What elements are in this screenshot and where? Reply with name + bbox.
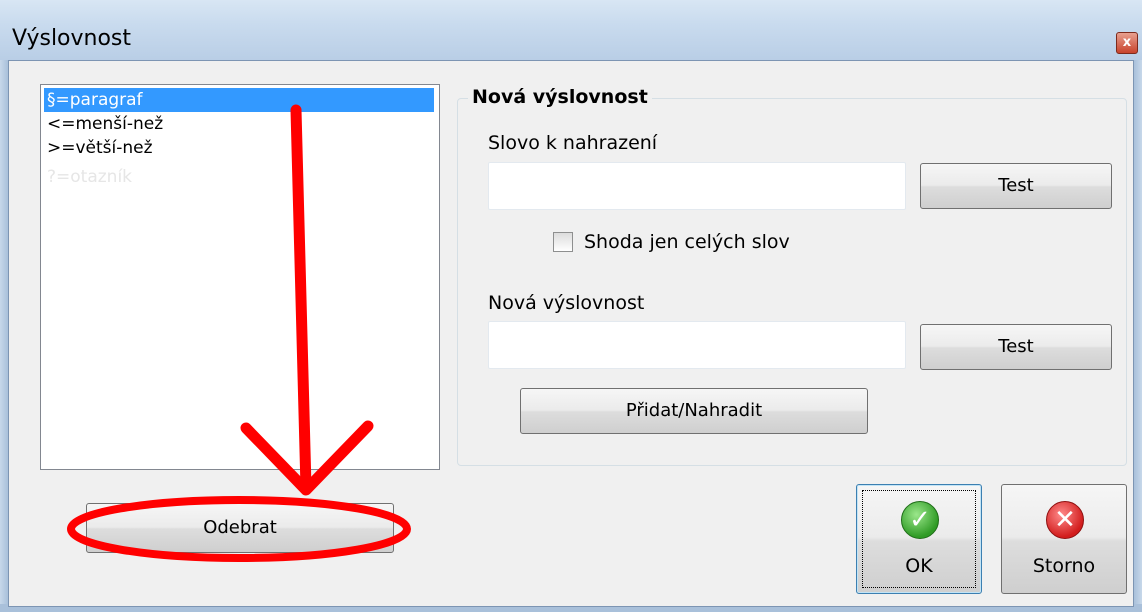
word-to-replace-input[interactable]	[488, 162, 906, 210]
window-title: Výslovnost	[12, 26, 132, 51]
cancel-button-label: Storno	[1032, 555, 1096, 577]
checkmark-circle-icon: ✓	[901, 501, 939, 539]
list-item[interactable]: ?=otazník	[44, 165, 434, 189]
list-item[interactable]: <=menší-než	[44, 112, 434, 136]
x-circle-icon: ✕	[1046, 501, 1084, 539]
list-item[interactable]: >=větší-než	[44, 136, 434, 160]
ok-button[interactable]: ✓ OK	[856, 484, 982, 594]
test-pronunciation-button[interactable]: Test	[920, 324, 1112, 370]
new-pronunciation-label: Nová výslovnost	[488, 292, 645, 314]
ok-button-label: OK	[905, 555, 933, 577]
whole-words-checkbox[interactable]	[553, 232, 573, 252]
list-item[interactable]: §=paragraf	[44, 88, 434, 112]
test-word-button[interactable]: Test	[920, 163, 1112, 209]
pronunciation-list[interactable]: §=paragraf <=menší-než >=větší-než ?=ota…	[40, 84, 440, 470]
title-bar[interactable]: Výslovnost x	[0, 0, 1142, 61]
close-button[interactable]: x	[1116, 32, 1138, 54]
dialog-window: Výslovnost x §=paragraf <=menší-než >=vě…	[0, 0, 1142, 612]
cancel-button[interactable]: ✕ Storno	[1001, 484, 1127, 594]
whole-words-label[interactable]: Shoda jen celých slov	[584, 231, 790, 253]
window-frame-right	[1134, 60, 1142, 612]
window-frame-left	[0, 60, 8, 612]
group-title: Nová výslovnost	[468, 86, 652, 108]
word-to-replace-label: Slovo k nahrazení	[488, 132, 658, 154]
new-pronunciation-input[interactable]	[488, 321, 906, 369]
close-icon: x	[1122, 35, 1132, 50]
add-replace-button[interactable]: Přidat/Nahradit	[520, 388, 868, 434]
remove-button[interactable]: Odebrat	[86, 503, 394, 553]
